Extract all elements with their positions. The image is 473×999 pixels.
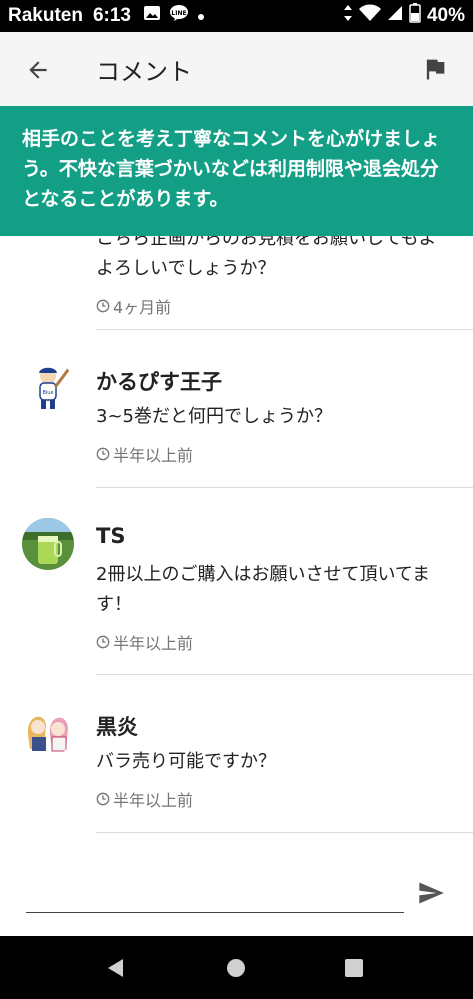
comment-item: 黒炎 バラ売り可能ですか？ 半年以上前 — [0, 675, 473, 833]
flag-icon — [426, 59, 445, 80]
comment-text: 3~5巻だと何円でしょうか？ — [96, 406, 332, 427]
arrow-back-icon — [29, 61, 47, 79]
clock-icon — [96, 792, 110, 806]
status-bar: Rakuten 6:13 LINE 40% — [0, 0, 473, 32]
back-button[interactable] — [22, 54, 54, 86]
comment-author[interactable]: TS — [96, 524, 125, 548]
battery-percent: 40% — [426, 5, 465, 26]
avatar[interactable] — [22, 518, 74, 570]
comment-input[interactable] — [26, 876, 404, 913]
triangle-back-icon — [108, 959, 123, 977]
clock-icon — [96, 299, 110, 313]
comment-time-label: 半年以上前 — [113, 634, 194, 653]
data-arrows-icon — [343, 4, 353, 28]
avatar[interactable] — [22, 705, 74, 757]
comment-list[interactable]: こちら企画からのお見積をお願いしてもよ よろしいでしょうか？ 4ヶ月前 Blue… — [0, 236, 473, 868]
comment-time: 4ヶ月前 — [96, 294, 171, 318]
circle-home-icon — [227, 959, 245, 977]
comment-time: 半年以上前 — [96, 787, 193, 811]
line-app-icon: LINE — [169, 4, 189, 28]
comment-text: 2冊以上のご購入はお願いさせて頂いてます！ — [96, 564, 431, 615]
comment-author[interactable]: 黒炎 — [96, 711, 138, 741]
comment-text: バラ売り可能ですか？ — [96, 751, 276, 772]
app-bar: コメント — [0, 32, 473, 106]
carrier-label: Rakuten — [8, 5, 83, 26]
clock-time: 6:13 — [92, 5, 131, 26]
comment-author[interactable]: かるぴす王子 — [96, 366, 222, 396]
signal-icon — [387, 5, 403, 27]
clock-icon — [96, 447, 110, 461]
system-nav-bar — [0, 936, 473, 999]
comment-item: Blue かるぴす王子 3~5巻だと何円でしょうか？ 半年以上前 — [0, 330, 473, 488]
dot-icon — [197, 5, 205, 27]
image-icon — [143, 5, 161, 27]
divider — [96, 832, 473, 833]
send-icon — [419, 882, 444, 904]
wifi-icon — [358, 4, 381, 28]
status-right-group: 40% — [343, 3, 465, 29]
nav-recents-button[interactable] — [342, 956, 366, 980]
page-title: コメント — [96, 58, 192, 86]
guideline-banner: 相手のことを考え丁寧なコメントを心がけましょう。不快な言葉づかいなどは利用制限や… — [0, 106, 473, 236]
svg-text:Blue: Blue — [42, 390, 53, 396]
comment-item: TS 2冊以上のご購入はお願いさせて頂いてます！ 半年以上前 — [0, 488, 473, 675]
comment-time: 半年以上前 — [96, 442, 193, 466]
comment-time-label: 4ヶ月前 — [113, 298, 172, 317]
report-button[interactable] — [418, 52, 452, 86]
comment-text-hidden: こちら企画からのお見積をお願いしてもよ — [96, 236, 437, 249]
square-recents-icon — [345, 959, 363, 977]
comment-time-label: 半年以上前 — [113, 791, 194, 810]
comment-text: よろしいでしょうか？ — [96, 258, 276, 279]
comment-time: 半年以上前 — [96, 630, 193, 654]
nav-home-button[interactable] — [224, 956, 248, 980]
comment-time-label: 半年以上前 — [113, 446, 194, 465]
comment-item: こちら企画からのお見積をお願いしてもよ よろしいでしょうか？ 4ヶ月前 — [0, 236, 473, 330]
clock-icon — [96, 635, 110, 649]
nav-back-button[interactable] — [104, 956, 128, 980]
avatar[interactable]: Blue — [22, 360, 74, 412]
comment-input-bar — [0, 868, 473, 936]
send-button[interactable] — [414, 876, 448, 910]
svg-text:LINE: LINE — [171, 10, 186, 17]
battery-icon — [409, 3, 421, 29]
